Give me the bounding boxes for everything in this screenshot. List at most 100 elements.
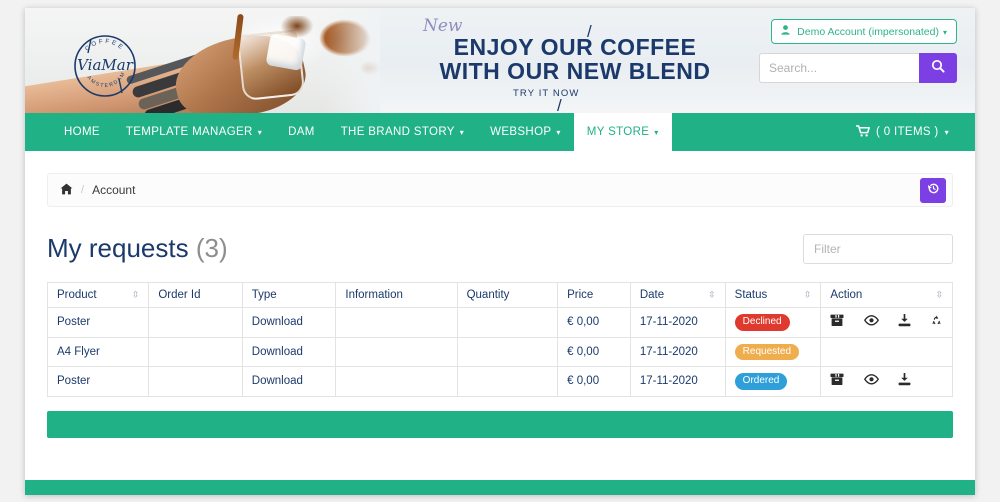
search-icon [931,59,945,78]
archive-icon[interactable] [830,314,844,330]
column-label: Information [345,289,403,301]
cart-icon [855,124,870,140]
cell-product: A4 Flyer [46,336,150,367]
chevron-down-icon: ▾ [459,127,465,137]
status-badge: Declined [734,314,790,331]
table-row[interactable]: A4 Flyer Download € 0,00 17-11-2020 Requ… [46,336,953,367]
nav-label: WEBSHOP [490,126,552,138]
status-badge: Requested [734,343,800,360]
cell-status: Declined [724,307,822,338]
hero-banner: COFFEE AMSTERDAM ViaMar / New ENJOY OUR … [25,8,975,113]
nav-item-dam[interactable]: DAM [275,113,328,151]
download-icon[interactable] [898,314,911,330]
status-badge: Ordered [734,373,788,390]
page-shell: COFFEE AMSTERDAM ViaMar / New ENJOY OUR … [25,8,975,495]
request-count: (3) [195,233,228,263]
column-label: Type [251,289,277,301]
cell-type: Download [241,366,337,397]
home-icon[interactable] [60,183,73,198]
column-header-quantity[interactable]: Quantity [456,282,559,308]
nav-label: THE BRAND STORY [340,126,455,138]
column-header-order-id[interactable]: Order Id [148,282,243,308]
page-title: My requests (3) [47,233,228,264]
cell-quantity [456,336,559,367]
table-header-row: Product ⇳ Order Id Type Information Quan… [46,282,953,308]
recycle-icon[interactable] [930,314,943,330]
column-label: Order Id [158,289,201,301]
hero-slash-bottom: / [557,96,562,113]
download-icon[interactable] [898,373,911,389]
eye-icon[interactable] [863,315,879,329]
brand-logo[interactable]: COFFEE AMSTERDAM ViaMar [70,31,140,101]
requests-table: Product ⇳ Order Id Type Information Quan… [46,282,953,397]
cell-action [820,336,953,367]
column-header-information[interactable]: Information [335,282,458,308]
nav-items: HOME TEMPLATE MANAGER ▾ DAM THE BRAND ST… [25,113,672,151]
archive-icon[interactable] [830,373,844,389]
eye-icon[interactable] [863,374,879,388]
column-header-status[interactable]: Status ⇳ [724,282,822,308]
nav-item-home[interactable]: HOME [51,113,113,151]
sort-icon[interactable]: ⇳ [935,290,943,300]
photo-fade [325,8,380,113]
chevron-down-icon: ▾ [654,127,659,137]
column-label: Action [830,289,863,301]
table-row[interactable]: Poster Download € 0,00 17-11-2020 Ordere… [46,366,953,397]
sort-icon[interactable]: ⇳ [708,290,716,300]
cell-information [335,336,458,367]
title-row: My requests (3) [47,233,953,264]
column-label: Status [734,289,768,301]
column-label: Product [57,289,97,301]
cell-date: 17-11-2020 [629,336,726,367]
cell-status: Requested [724,336,822,367]
sort-icon[interactable]: ⇳ [804,290,812,300]
cell-date: 17-11-2020 [629,366,726,397]
column-label: Quantity [466,289,510,301]
table-body: Poster Download € 0,00 17-11-2020 Declin… [46,307,953,397]
cell-information [335,307,458,338]
account-menu-button[interactable]: Demo Account (impersonated) ▾ [771,19,957,44]
breadcrumb-current: Account [92,183,136,197]
column-header-product[interactable]: Product ⇳ [46,282,150,308]
nav-label: HOME [64,126,100,138]
hero-headline-line1: ENJOY OUR COFFEE [453,34,697,60]
search-button[interactable] [919,53,957,83]
cell-action [820,366,953,397]
nav-item-template-manager[interactable]: TEMPLATE MANAGER ▾ [113,113,275,151]
cell-quantity [456,366,559,397]
chevron-down-icon: ▾ [257,127,263,137]
hero-copy: / New ENJOY OUR COFFEE WITH OUR NEW BLEN… [395,18,755,114]
cell-order-id [148,336,243,367]
sort-icon[interactable]: ⇳ [132,290,140,300]
search-box[interactable] [759,53,957,83]
nav-item-webshop[interactable]: WEBSHOP ▾ [477,113,574,151]
filter-input[interactable] [803,233,953,264]
nav-item-the-brand-story[interactable]: THE BRAND STORY ▾ [328,113,477,151]
nav-item-my-store[interactable]: MY STORE ▾ [573,113,672,151]
page-footer [25,480,975,495]
cell-order-id [148,307,243,338]
column-header-type[interactable]: Type [241,282,337,308]
nav-label: TEMPLATE MANAGER [125,126,253,138]
column-header-date[interactable]: Date ⇳ [629,282,726,308]
page-title-text: My requests [47,233,189,263]
cart-button[interactable]: ( 0 ITEMS ) ▾ [855,113,949,151]
column-header-price[interactable]: Price [557,282,631,308]
main-navigation: HOME TEMPLATE MANAGER ▾ DAM THE BRAND ST… [25,113,975,151]
table-header: Product ⇳ Order Id Type Information Quan… [46,282,953,308]
cell-information [335,366,458,397]
table-row[interactable]: Poster Download € 0,00 17-11-2020 Declin… [46,307,953,338]
column-header-action[interactable]: Action ⇳ [820,282,953,308]
cell-action [820,307,953,338]
cell-order-id [148,366,243,397]
history-button[interactable] [920,178,946,203]
nav-label: DAM [288,126,315,138]
cell-type: Download [241,307,337,338]
chevron-down-icon: ▾ [944,127,949,137]
cell-product: Poster [46,366,150,397]
cell-price: € 0,00 [557,366,631,397]
chevron-down-icon: ▾ [942,28,947,37]
nav-label: MY STORE [586,126,650,138]
cell-status: Ordered [724,366,822,397]
search-input[interactable] [759,53,919,83]
